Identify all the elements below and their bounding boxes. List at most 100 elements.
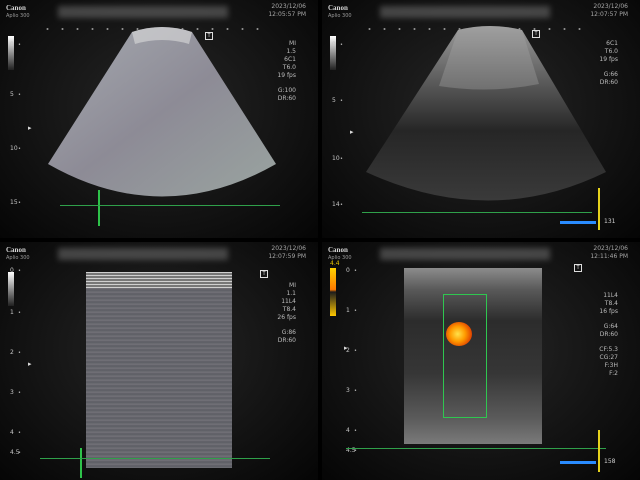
acquisition-params: MI 1.1 11L4 T8.4 26 fps G:86 DR:60 [277, 282, 296, 345]
param: T6.0 [604, 48, 618, 55]
depth-indicator-bar [598, 188, 600, 230]
depth-tick: 10 [10, 146, 20, 153]
depth-tick: 3 [10, 390, 20, 397]
baseline-line [346, 448, 606, 449]
param: G:66 [603, 71, 618, 78]
redacted-patient-info [58, 6, 228, 18]
time-label: 12:07:57 PM [590, 11, 628, 18]
scale-bar [560, 461, 596, 464]
focus-marker: ▸ [28, 360, 32, 368]
depth-tick: 1 [346, 308, 356, 315]
depth-tick: 2 [10, 350, 20, 357]
date-time: 2023/12/06 12:05:57 PM [268, 3, 306, 19]
param: G:86 [281, 329, 296, 336]
param: 6C1 [284, 56, 296, 63]
time-label: 12:05:57 PM [268, 11, 306, 18]
param: T6.0 [282, 64, 296, 71]
date-label: 2023/12/06 [593, 3, 628, 10]
depth-scale: 0 1 2 3 4 4.5 [346, 262, 362, 455]
date-time: 2023/12/06 12:11:46 PM [590, 245, 628, 261]
param: 16 fps [599, 308, 618, 315]
depth-tick: 10 [332, 156, 342, 163]
param: T8.4 [604, 300, 618, 307]
acquisition-params: 6C1 T6.0 19 fps G:66 DR:60 [599, 40, 618, 87]
depth-tick: 4 [10, 430, 20, 437]
brand-logo: Canon [6, 4, 26, 12]
redacted-patient-info [380, 248, 550, 260]
scale-bar [560, 221, 596, 224]
color-flow-scale [330, 268, 336, 316]
param: T8.4 [282, 306, 296, 313]
param: G:100 [277, 87, 296, 94]
param: 19 fps [599, 56, 618, 63]
ultrasound-panel-4: Canon Aplio 300 2023/12/06 12:11:46 PM 4… [322, 242, 640, 480]
param: CG:27 [599, 354, 619, 361]
depth-tick: 0 [10, 268, 20, 275]
time-label: 12:11:46 PM [590, 253, 628, 260]
baseline-line [362, 212, 592, 213]
depth-tick: 4 [346, 428, 356, 435]
focus-marker: ▸ [350, 128, 354, 136]
time-label: 12:07:59 PM [268, 253, 306, 260]
depth-scale: 0 5 10 14 [332, 28, 348, 218]
redacted-patient-info [58, 248, 228, 260]
depth-readout: 158 [604, 458, 616, 465]
measure-caliper [98, 190, 100, 226]
model-label: Aplio 300 [6, 13, 30, 19]
param: DR:60 [599, 79, 618, 86]
param: CF:5.3 [599, 346, 618, 353]
transducer-near-field [86, 272, 232, 288]
measure-caliper [80, 448, 82, 478]
acquisition-params: MI 1.5 6C1 T6.0 19 fps G:100 DR:60 [277, 40, 296, 103]
color-roi-box [443, 294, 487, 418]
param: DR:60 [599, 331, 618, 338]
param: F:3H [604, 362, 618, 369]
param: 26 fps [277, 314, 296, 321]
param: 19 fps [277, 72, 296, 79]
param: MI [289, 282, 296, 289]
ultrasound-panel-1: Canon Aplio 300 2023/12/06 12:05:57 PM 0… [0, 0, 318, 238]
depth-tick: 5 [10, 92, 20, 99]
focus-marker: ▸ [344, 344, 348, 352]
date-label: 2023/12/06 [271, 245, 306, 252]
depth-scale: 0 5 10 15 [10, 28, 26, 218]
orientation-marker: T [260, 270, 268, 278]
ultrasound-panel-2: Canon Aplio 300 2023/12/06 12:07:57 PM 0… [322, 0, 640, 238]
model-label: Aplio 300 [6, 255, 30, 261]
ultrasound-quad-view: Canon Aplio 300 2023/12/06 12:05:57 PM 0… [0, 0, 640, 480]
depth-tick: 5 [332, 98, 342, 105]
model-label: Aplio 300 [328, 13, 352, 19]
doppler-flow-signal [446, 322, 472, 346]
depth-tick: 1 [10, 310, 20, 317]
ultrasound-image [86, 272, 232, 468]
brand-logo: Canon [328, 246, 348, 254]
orientation-marker: T [574, 264, 582, 272]
param: G:64 [603, 323, 618, 330]
depth-tick: 14 [332, 202, 342, 209]
depth-indicator-bar [598, 430, 600, 472]
param: DR:60 [277, 95, 296, 102]
redacted-patient-info [380, 6, 550, 18]
param: 6C1 [606, 40, 618, 47]
brand-logo: Canon [328, 4, 348, 12]
ultrasound-image [366, 26, 606, 201]
baseline-line [60, 205, 280, 206]
depth-tick: 3 [346, 388, 356, 395]
depth-tick: 0 [10, 42, 20, 49]
ultrasound-panel-3: Canon Aplio 300 2023/12/06 12:07:59 PM 0… [0, 242, 318, 480]
brand-logo: Canon [6, 246, 26, 254]
date-time: 2023/12/06 12:07:59 PM [268, 245, 306, 261]
color-scale-max: 4.4 [330, 260, 340, 267]
depth-scale: 0 1 2 3 4 4.5 [10, 262, 26, 457]
baseline-line [40, 458, 270, 459]
date-time: 2023/12/06 12:07:57 PM [590, 3, 628, 19]
depth-tick: 15 [10, 200, 20, 207]
depth-tick: 0 [332, 42, 342, 49]
param: 11L4 [281, 298, 296, 305]
depth-readout: 131 [604, 218, 616, 225]
ultrasound-image [48, 27, 276, 197]
param: 1.1 [286, 290, 296, 297]
